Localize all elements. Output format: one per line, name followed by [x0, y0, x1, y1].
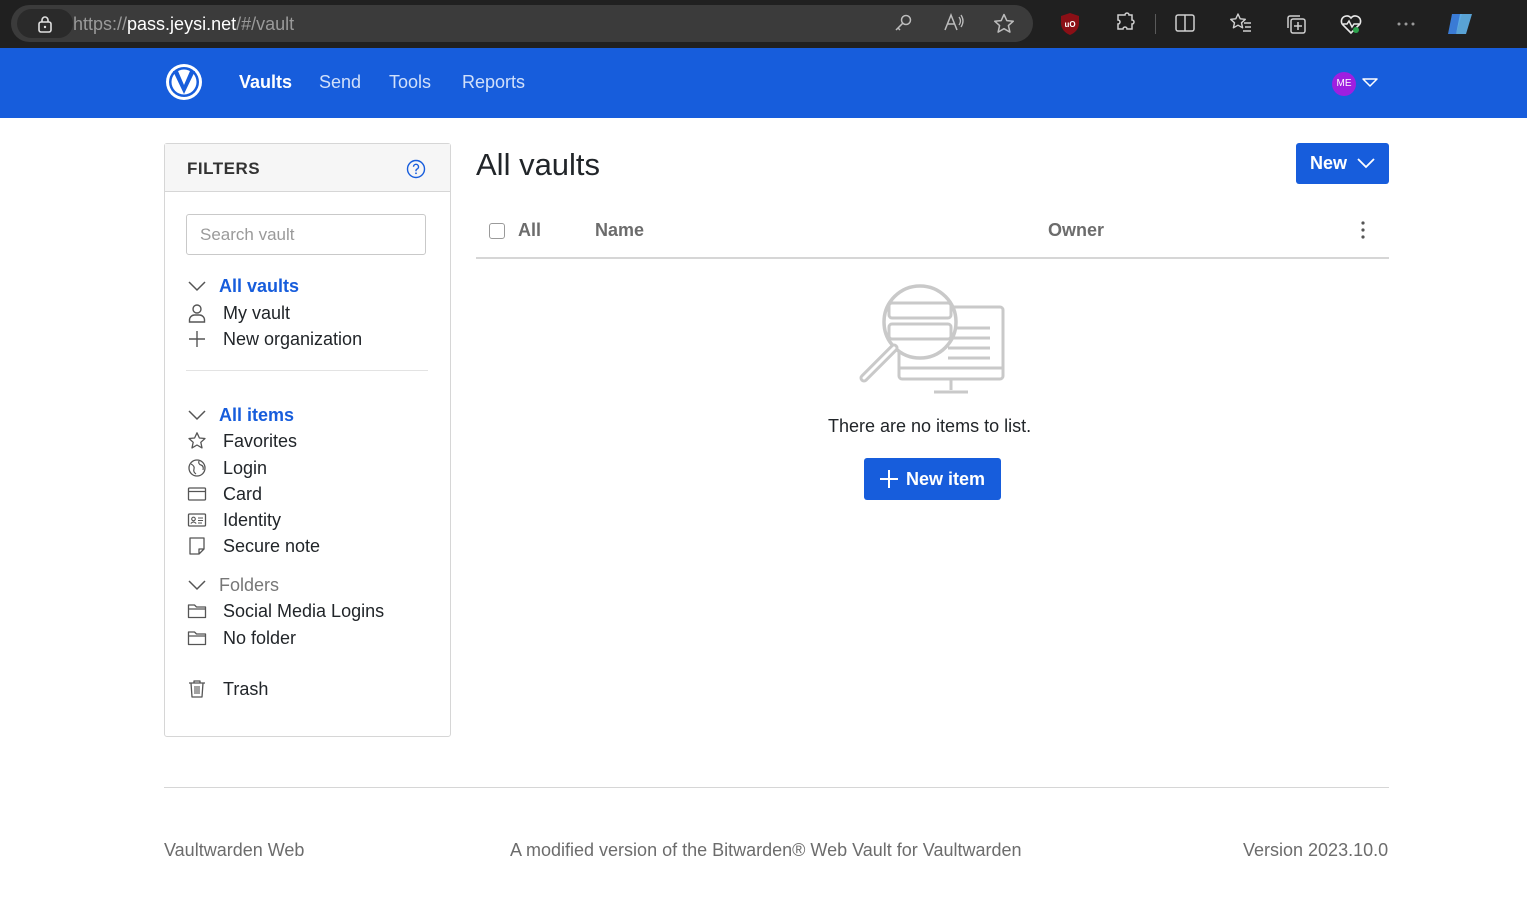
chevron-down-icon — [1357, 158, 1375, 169]
favorite-star-icon[interactable] — [992, 12, 1016, 36]
filter-secure-note-label: Secure note — [223, 536, 321, 556]
filter-login-label: Login — [223, 458, 268, 478]
select-all-checkbox[interactable] — [489, 223, 505, 239]
filters-header: FILTERS — [165, 144, 450, 192]
avatar[interactable]: ME — [1332, 72, 1356, 96]
page-title: All vaults — [476, 147, 601, 182]
search-input[interactable] — [186, 214, 426, 255]
user-icon — [188, 304, 206, 323]
empty-state-message: There are no items to list. — [828, 416, 1032, 436]
filter-folder-social-media-label: Social Media Logins — [223, 601, 385, 621]
browser-toolbar: https://pass.jeysi.net/#/vault uO — [0, 0, 1527, 48]
lock-icon — [38, 16, 52, 33]
help-icon[interactable] — [406, 159, 426, 179]
footer-version: Version 2023.10.0 — [1243, 840, 1389, 860]
folder-icon — [187, 604, 207, 619]
url-host: pass.jeysi.net — [127, 14, 237, 34]
app-navbar: Vaults Send Tools Reports ME — [0, 48, 1527, 118]
plus-icon — [880, 470, 898, 488]
column-all[interactable]: All — [518, 220, 541, 241]
nav-reports[interactable]: Reports — [462, 72, 525, 93]
filter-new-organization-label: New organization — [223, 329, 363, 349]
column-name[interactable]: Name — [595, 220, 644, 241]
nav-tools[interactable]: Tools — [389, 72, 431, 93]
split-screen-icon[interactable] — [1174, 12, 1198, 36]
url-protocol: https:// — [73, 14, 128, 34]
favorites-list-icon[interactable] — [1229, 12, 1253, 36]
plus-icon — [189, 331, 205, 347]
filter-all-vaults-label: All vaults — [219, 276, 300, 296]
no-items-illustration-icon — [859, 284, 1005, 394]
browser-essentials-icon[interactable] — [1339, 12, 1363, 36]
more-vertical-icon[interactable] — [1360, 220, 1366, 240]
trash-icon — [189, 680, 205, 698]
footer-app-name: Vaultwarden Web — [164, 840, 305, 860]
filters-divider — [186, 370, 428, 371]
id-card-icon — [187, 513, 207, 527]
vaultwarden-logo[interactable] — [164, 61, 204, 103]
filter-favorites-label: Favorites — [223, 431, 298, 451]
url-text[interactable]: https://pass.jeysi.net/#/vault — [73, 14, 294, 35]
new-button-label: New — [1310, 153, 1348, 173]
extensions-icon[interactable] — [1114, 12, 1138, 36]
note-icon — [189, 537, 205, 555]
new-item-label: New item — [906, 469, 986, 489]
filter-folders-label: Folders — [219, 575, 280, 595]
folder-icon — [187, 631, 207, 646]
footer-divider — [164, 787, 1389, 788]
collections-icon[interactable] — [1284, 12, 1308, 36]
filter-trash-label: Trash — [223, 679, 269, 699]
filter-no-folder-label: No folder — [223, 628, 297, 648]
password-key-icon[interactable] — [892, 12, 916, 36]
ublock-icon[interactable]: uO — [1059, 12, 1083, 36]
chevron-down-icon — [188, 580, 206, 591]
nav-vaults[interactable]: Vaults — [239, 72, 292, 93]
more-options-icon[interactable] — [1394, 12, 1418, 36]
copilot-icon[interactable] — [1444, 10, 1476, 38]
table-header: All Name Owner — [476, 206, 1389, 259]
footer-description: A modified version of the Bitwarden® Web… — [510, 840, 1022, 860]
column-owner[interactable]: Owner — [1048, 220, 1104, 241]
filters-panel: FILTERS All vaults My vault New organiza… — [164, 143, 451, 737]
filter-my-vault-label: My vault — [223, 303, 291, 323]
site-info-button[interactable] — [17, 9, 73, 38]
chevron-down-icon — [188, 410, 206, 421]
nav-send[interactable]: Send — [319, 72, 361, 93]
credit-card-icon — [187, 487, 207, 501]
toolbar-separator — [1155, 14, 1156, 34]
filters-title: FILTERS — [187, 159, 261, 178]
globe-icon — [188, 459, 206, 477]
filter-card-label: Card — [223, 484, 263, 504]
new-item-button[interactable]: New item — [864, 458, 1001, 500]
address-bar[interactable]: https://pass.jeysi.net/#/vault — [11, 5, 1033, 42]
url-path: /#/vault — [236, 14, 295, 34]
chevron-down-icon — [188, 281, 206, 292]
account-caret-icon[interactable] — [1362, 78, 1378, 88]
filter-identity-label: Identity — [223, 510, 282, 530]
star-icon — [188, 432, 206, 449]
filter-all-items-label: All items — [219, 405, 295, 425]
svg-text:uO: uO — [1064, 20, 1075, 29]
new-dropdown-button[interactable]: New — [1296, 143, 1389, 184]
read-aloud-icon[interactable] — [942, 12, 966, 36]
